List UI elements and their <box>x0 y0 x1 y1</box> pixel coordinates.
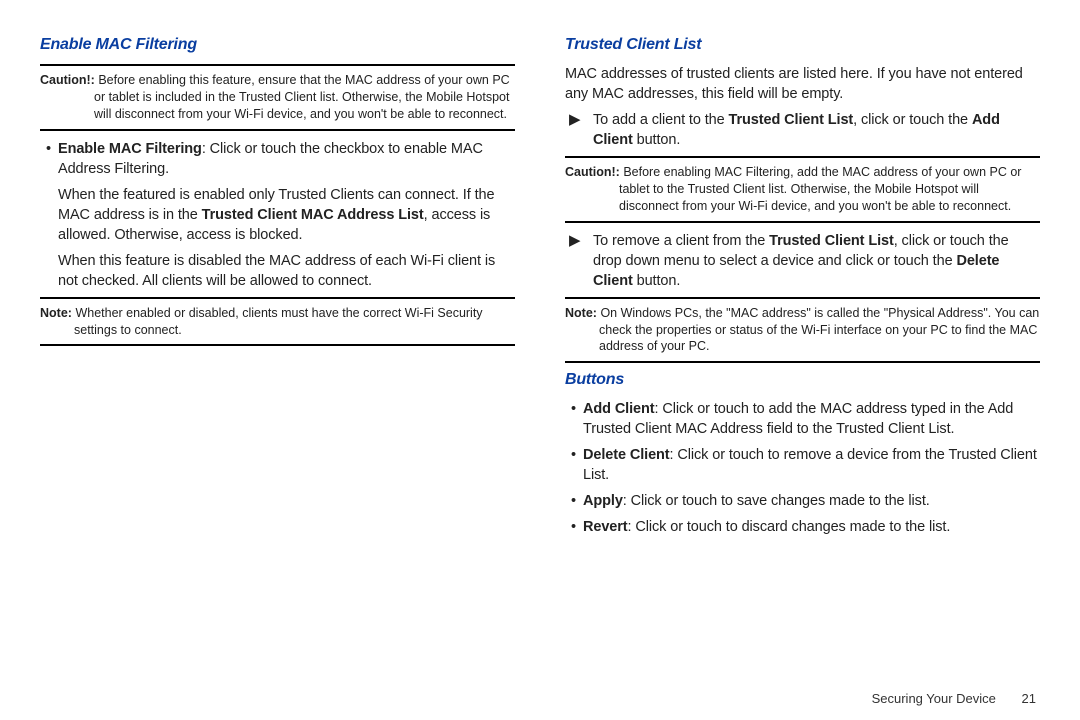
rule-before-caution-right <box>565 156 1040 158</box>
heading-buttons: Buttons <box>565 371 1040 389</box>
right-column: Trusted Client List MAC addresses of tru… <box>540 36 1040 692</box>
heading-trusted-client-list: Trusted Client List <box>565 36 1040 54</box>
rule-after-note <box>40 344 515 346</box>
arrow1-a: To add a client to the <box>593 112 729 128</box>
button-add-client: Add Client: Click or touch to add the MA… <box>565 399 1040 439</box>
arrow1-c: button. <box>633 132 681 148</box>
trusted-intro: MAC addresses of trusted clients are lis… <box>565 64 1040 104</box>
disabled-paragraph: When this feature is disabled the MAC ad… <box>40 251 515 291</box>
note-label-right: Note: <box>565 306 597 320</box>
caution-label: Caution!: <box>40 73 95 87</box>
arrow1-bold1: Trusted Client List <box>729 112 854 128</box>
revert-bold: Revert <box>583 519 628 535</box>
apply-rest: : Click or touch to save changes made to… <box>623 493 930 509</box>
delete-client-bold: Delete Client <box>583 447 670 463</box>
add-client-bold: Add Client <box>583 401 655 417</box>
rule-before-note-right <box>565 297 1040 299</box>
caution-box-right: Caution!: Before enabling MAC Filtering,… <box>565 164 1040 215</box>
caution-text: Before enabling this feature, ensure tha… <box>94 73 510 121</box>
rule-before-note <box>40 297 515 299</box>
arrow2-c: button. <box>633 273 681 289</box>
note-label: Note: <box>40 306 72 320</box>
button-apply: Apply: Click or touch to save changes ma… <box>565 491 1040 511</box>
left-column: Enable MAC Filtering Caution!: Before en… <box>40 36 540 692</box>
rule-after-caution <box>40 129 515 131</box>
rule-after-caution-right <box>565 221 1040 223</box>
caution-label-right: Caution!: <box>565 165 620 179</box>
enable-mac-paragraph: Enable MAC Filtering: Click or touch the… <box>40 139 515 179</box>
note-text: Whether enabled or disabled, clients mus… <box>74 306 483 337</box>
footer-section: Securing Your Device <box>872 691 996 706</box>
manual-page: Enable MAC Filtering Caution!: Before en… <box>0 0 1080 720</box>
button-revert: Revert: Click or touch to discard change… <box>565 517 1040 537</box>
enable-mac-bold: Enable MAC Filtering <box>58 141 202 157</box>
arrow2-bold1: Trusted Client List <box>769 233 894 249</box>
arrow-right-icon: ▶ <box>569 112 580 127</box>
button-delete-client: Delete Client: Click or touch to remove … <box>565 445 1040 485</box>
add-client-instruction: ▶ To add a client to the Trusted Client … <box>565 110 1040 150</box>
remove-client-instruction: ▶ To remove a client from the Trusted Cl… <box>565 231 1040 291</box>
caution-box-left: Caution!: Before enabling this feature, … <box>40 72 515 123</box>
apply-bold: Apply <box>583 493 623 509</box>
revert-rest: : Click or touch to discard changes made… <box>628 519 951 535</box>
rule-after-note-right <box>565 361 1040 363</box>
arrow-right-icon: ▶ <box>569 233 580 248</box>
caution-text-right: Before enabling MAC Filtering, add the M… <box>619 165 1021 213</box>
arrow2-a: To remove a client from the <box>593 233 769 249</box>
note-box-left: Note: Whether enabled or disabled, clien… <box>40 305 515 339</box>
note-box-right: Note: On Windows PCs, the "MAC address" … <box>565 305 1040 356</box>
rule-top <box>40 64 515 66</box>
page-footer: Securing Your Device 21 <box>872 691 1036 706</box>
heading-enable-mac-filtering: Enable MAC Filtering <box>40 36 515 54</box>
footer-page-number: 21 <box>1022 691 1036 706</box>
trusted-list-paragraph: When the featured is enabled only Truste… <box>40 185 515 245</box>
p2-bold: Trusted Client MAC Address List <box>202 207 424 223</box>
arrow1-b: , click or touch the <box>853 112 972 128</box>
note-text-right: On Windows PCs, the "MAC address" is cal… <box>599 306 1039 354</box>
